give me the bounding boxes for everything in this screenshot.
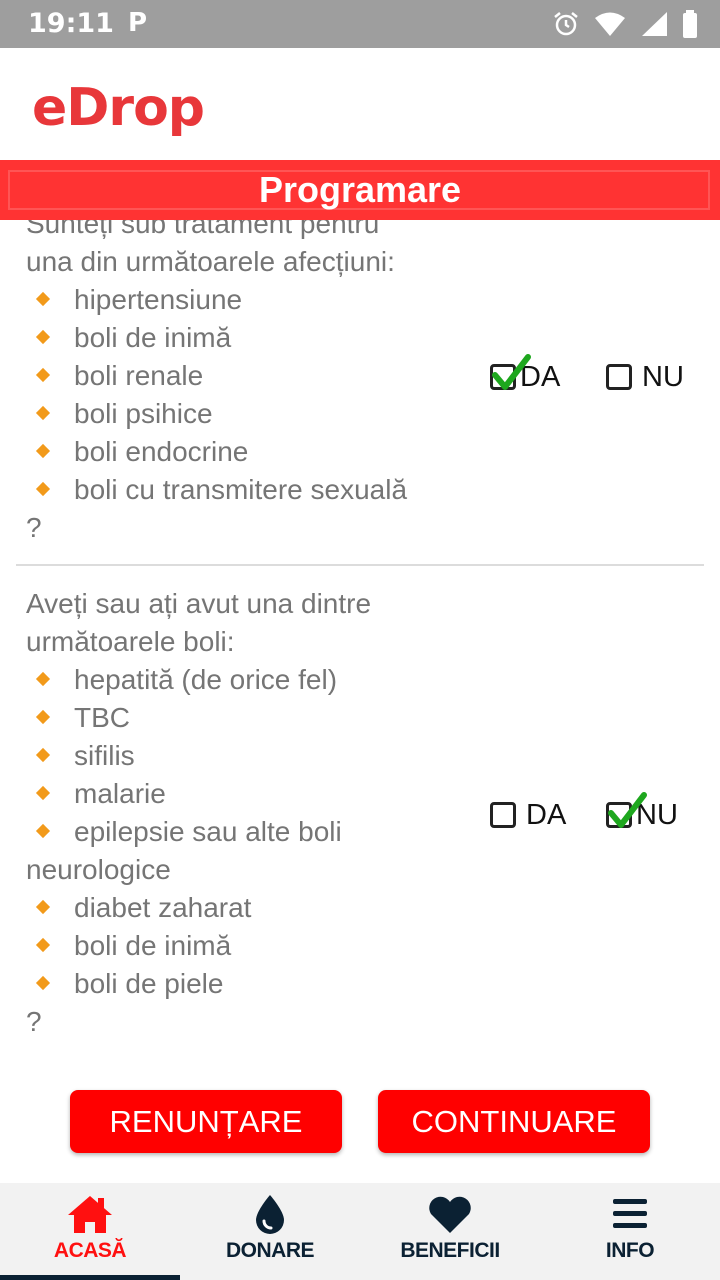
question-text-line: următoarele boli: [26, 626, 235, 657]
question-2: Aveți sau ați avut una dintre următoarel… [26, 585, 466, 1041]
bullet-icon [35, 481, 51, 497]
cancel-button[interactable]: RENUNȚARE [70, 1090, 342, 1153]
signal-icon [642, 12, 667, 36]
list-item: boli endocrine [26, 433, 466, 471]
list-item: malarie [26, 775, 466, 813]
heart-icon [429, 1196, 471, 1233]
checkbox-box[interactable] [490, 802, 516, 828]
condition-list: hipertensiune boli de inimă boli renale … [26, 281, 466, 509]
bullet-icon [35, 937, 51, 953]
bullet-icon [35, 329, 51, 345]
battery-icon [683, 10, 697, 38]
question-text-line: una din următoarele afecțiuni: [26, 246, 395, 277]
continue-button[interactable]: CONTINUARE [378, 1090, 650, 1153]
nav-label: DONARE [225, 1239, 315, 1262]
checkbox-label-da: DA [526, 798, 567, 831]
list-item: boli de piele [26, 965, 466, 1003]
list-item: hipertensiune [26, 281, 466, 319]
active-tab-indicator [0, 1275, 180, 1280]
question-1: Sunteți sub tratament pentru una din urm… [26, 205, 466, 547]
question-mark: ? [26, 512, 42, 543]
app-header: eDrop [0, 48, 720, 160]
list-item: hepatită (de orice fel) [26, 661, 466, 699]
page-title: Programare [258, 169, 462, 210]
alarm-icon [554, 12, 578, 36]
nav-item-acasa[interactable]: ACASĂ [0, 1183, 180, 1280]
bullet-icon [35, 671, 51, 687]
divider [16, 564, 704, 566]
list-item: epilepsie sau alte boli neurologice [26, 816, 342, 885]
check-icon [608, 792, 647, 828]
bullet-icon [35, 291, 51, 307]
bullet-icon [35, 709, 51, 725]
disease-list: hepatită (de orice fel) TBC sifilis mala… [26, 661, 466, 1003]
q1-nu-checkbox[interactable]: NU [606, 357, 684, 397]
drop-icon [256, 1195, 284, 1234]
bullet-icon [35, 367, 51, 383]
checkbox-box[interactable] [606, 792, 647, 828]
notification-p-icon: P [128, 8, 148, 38]
list-item: boli de inimă [26, 319, 466, 357]
nav-item-info[interactable]: INFO [540, 1183, 720, 1280]
q1-da-checkbox[interactable]: DA [490, 354, 560, 397]
wifi-icon [595, 12, 625, 36]
bullet-icon [35, 443, 51, 459]
list-item: TBC [26, 699, 466, 737]
question-text-line: Aveți sau ați avut una dintre [26, 588, 372, 619]
check-icon [492, 354, 531, 390]
status-time: 19:11 [28, 8, 114, 39]
checkbox-label-nu: NU [642, 360, 684, 393]
list-item: sifilis [26, 737, 466, 775]
list-item: boli cu transmitere sexuală [26, 471, 466, 509]
list-item: diabet zaharat [26, 889, 466, 927]
checkbox-box[interactable] [490, 354, 531, 390]
bullet-icon [35, 823, 51, 839]
title-bar: Programare [0, 160, 720, 220]
questionnaire-content[interactable]: Sunteți sub tratament pentru una din urm… [0, 205, 720, 1180]
q2-da-checkbox[interactable]: DA [490, 795, 566, 835]
bullet-icon [35, 899, 51, 915]
nav-label: BENEFICII [400, 1239, 500, 1262]
bullet-icon [35, 785, 51, 801]
list-item: boli renale [26, 357, 466, 395]
list-item: boli psihice [26, 395, 466, 433]
q2-nu-checkbox[interactable]: NU [606, 792, 678, 835]
menu-icon [613, 1199, 647, 1228]
nav-item-beneficii[interactable]: BENEFICII [360, 1183, 540, 1280]
edrop-logo[interactable]: eDrop [32, 78, 205, 138]
bullet-icon [35, 747, 51, 763]
nav-label: INFO [605, 1239, 655, 1262]
checkbox-box[interactable] [606, 364, 632, 390]
list-item: boli de inimă [26, 927, 466, 965]
bullet-icon [35, 975, 51, 991]
bullet-icon [35, 405, 51, 421]
status-icons [552, 10, 698, 38]
status-bar: 19:11 P [0, 0, 720, 48]
nav-label: ACASĂ [53, 1239, 127, 1262]
bottom-nav: ACASĂ DONARE BENEFICII INFO [0, 1183, 720, 1280]
nav-item-donare[interactable]: DONARE [180, 1183, 360, 1280]
question-mark: ? [26, 1006, 42, 1037]
home-icon [68, 1196, 112, 1233]
